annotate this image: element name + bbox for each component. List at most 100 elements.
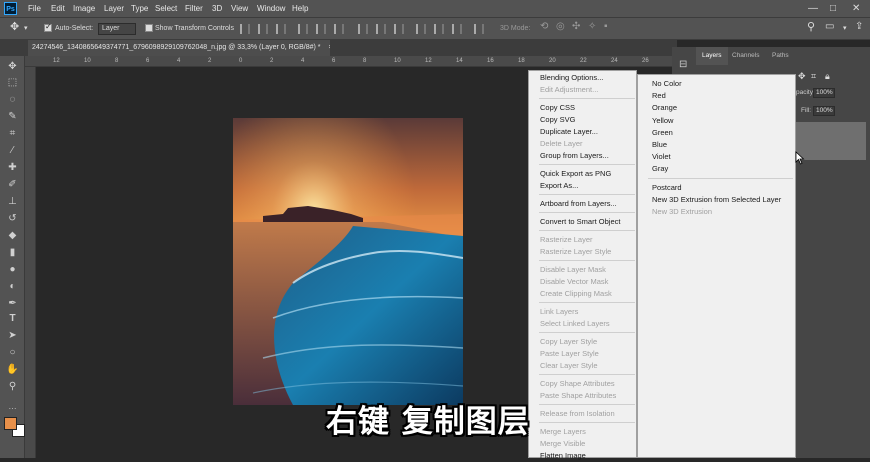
move-tool-icon[interactable]: ✥ xyxy=(6,60,19,73)
tools-panel: ✥ ⬚ ◌ ✎ ⌗ ⁄ ✚ ✐ ⊥ ↺ ◆ ▮ ● ◐ ✒ T ➤ ○ ✋ ⚲ … xyxy=(0,56,25,458)
lock-artboard-icon[interactable]: ⌗ xyxy=(811,71,816,82)
menu-item[interactable]: Orange xyxy=(652,102,677,114)
clone-tool-icon[interactable]: ⊥ xyxy=(6,195,19,208)
workspace-icon[interactable]: ▭ xyxy=(825,21,834,33)
distribute-right-icon[interactable] xyxy=(452,24,462,34)
lock-pixels-icon[interactable]: ✥ xyxy=(798,71,806,82)
menu-help[interactable]: Help xyxy=(292,0,308,17)
align-middle-icon[interactable] xyxy=(316,24,326,34)
hand-tool-icon[interactable]: ✋ xyxy=(6,363,19,376)
lock-all-icon[interactable]: 🔒︎ xyxy=(825,71,830,82)
3d-scale-icon[interactable]: ▪ xyxy=(604,21,608,33)
auto-select-checkbox[interactable] xyxy=(44,22,52,32)
close-tab-icon[interactable]: × xyxy=(328,44,330,51)
auto-align-icon[interactable] xyxy=(474,24,484,34)
healing-tool-icon[interactable]: ✚ xyxy=(6,161,19,174)
zoom-tool-icon[interactable]: ⚲ xyxy=(6,380,19,393)
3d-slide-icon[interactable]: ✧ xyxy=(588,21,596,33)
marquee-tool-icon[interactable]: ⬚ xyxy=(6,76,19,89)
show-transform-checkbox[interactable] xyxy=(145,24,153,32)
opacity-label: pacity: xyxy=(796,89,815,96)
menu-view[interactable]: View xyxy=(231,0,248,17)
dodge-tool-icon[interactable]: ◐ xyxy=(6,280,19,293)
menu-item[interactable]: Copy SVG xyxy=(540,114,575,126)
path-select-tool-icon[interactable]: ➤ xyxy=(6,329,19,342)
type-tool-icon[interactable]: T xyxy=(6,312,19,325)
menu-item[interactable]: Convert to Smart Object xyxy=(540,216,620,228)
menu-item[interactable]: Copy CSS xyxy=(540,102,575,114)
menu-image[interactable]: Image xyxy=(73,0,95,17)
maximize-button[interactable]: □ xyxy=(830,0,836,17)
align-top-icon[interactable] xyxy=(298,24,308,34)
eyedropper-tool-icon[interactable]: ⁄ xyxy=(6,144,19,157)
gradient-tool-icon[interactable]: ▮ xyxy=(6,246,19,259)
menu-item[interactable]: Yellow xyxy=(652,115,673,127)
menu-item[interactable]: Export As... xyxy=(540,180,578,192)
menu-filter[interactable]: Filter xyxy=(185,0,203,17)
align-left-icon[interactable] xyxy=(240,24,250,34)
document-tab[interactable]: 24274546_1340865649374771_67960989291097… xyxy=(28,40,330,56)
move-tool-icon[interactable]: ✥ xyxy=(10,21,19,33)
menu-item[interactable]: Green xyxy=(652,127,673,139)
eraser-tool-icon[interactable]: ◆ xyxy=(6,229,19,242)
align-bottom-icon[interactable] xyxy=(334,24,344,34)
lasso-tool-icon[interactable]: ◌ xyxy=(6,93,19,106)
menu-3d[interactable]: 3D xyxy=(212,0,222,17)
blur-tool-icon[interactable]: ● xyxy=(6,263,19,276)
menu-item[interactable]: Duplicate Layer... xyxy=(540,126,598,138)
menu-select[interactable]: Select xyxy=(155,0,177,17)
align-right-icon[interactable] xyxy=(276,24,286,34)
distribute-middle-icon[interactable] xyxy=(376,24,386,34)
distribute-bottom-icon[interactable] xyxy=(394,24,404,34)
align-center-icon[interactable] xyxy=(258,24,268,34)
menu-item[interactable]: Blending Options... xyxy=(540,72,603,84)
distribute-left-icon[interactable] xyxy=(416,24,426,34)
minimize-button[interactable]: — xyxy=(808,0,818,17)
menu-bar: Ps File Edit Image Layer Type Select Fil… xyxy=(0,0,870,17)
crop-tool-icon[interactable]: ⌗ xyxy=(6,127,19,140)
chevron-down-icon[interactable]: ▾ xyxy=(24,23,28,35)
search-icon[interactable]: ⚲ xyxy=(807,21,815,33)
menu-item[interactable]: Red xyxy=(652,90,666,102)
properties-panel-icon[interactable]: ⊟ xyxy=(679,59,687,70)
share-icon[interactable]: ⇪ xyxy=(855,21,863,33)
3d-pan-icon[interactable]: ✣ xyxy=(572,21,580,33)
menu-layer[interactable]: Layer xyxy=(104,0,124,17)
quick-select-tool-icon[interactable]: ✎ xyxy=(6,110,19,123)
tab-channels[interactable]: Channels xyxy=(732,47,759,65)
foreground-color-swatch[interactable] xyxy=(4,417,17,430)
menu-item[interactable]: Blue xyxy=(652,139,667,151)
menu-separator xyxy=(539,230,635,231)
menu-item[interactable]: Group from Layers... xyxy=(540,150,609,162)
document-image[interactable] xyxy=(233,118,463,405)
menu-window[interactable]: Window xyxy=(257,0,285,17)
menu-file[interactable]: File xyxy=(28,0,41,17)
brush-tool-icon[interactable]: ✐ xyxy=(6,178,19,191)
menu-item[interactable]: Postcard xyxy=(652,182,682,194)
history-brush-tool-icon[interactable]: ↺ xyxy=(6,212,19,225)
tab-layers[interactable]: Layers xyxy=(696,47,728,65)
3d-roll-icon[interactable]: ◎ xyxy=(556,21,565,33)
menu-item[interactable]: Gray xyxy=(652,163,668,175)
menu-item[interactable]: No Color xyxy=(652,78,682,90)
distribute-top-icon[interactable] xyxy=(358,24,368,34)
menu-item[interactable]: Quick Export as PNG xyxy=(540,168,611,180)
more-tools-icon[interactable]: ··· xyxy=(6,402,19,415)
menu-item[interactable]: Violet xyxy=(652,151,671,163)
menu-type[interactable]: Type xyxy=(131,0,148,17)
3d-orbit-icon[interactable]: ⟲ xyxy=(540,21,548,33)
auto-select-dropdown[interactable]: Layer xyxy=(98,23,136,35)
shape-tool-icon[interactable]: ○ xyxy=(6,346,19,359)
close-window-button[interactable]: ✕ xyxy=(852,0,860,17)
fill-input[interactable]: 100% xyxy=(813,106,835,116)
menu-item[interactable]: Artboard from Layers... xyxy=(540,198,617,210)
layer-row-selected[interactable] xyxy=(796,122,866,160)
tab-paths[interactable]: Paths xyxy=(772,47,789,65)
menu-item[interactable]: New 3D Extrusion from Selected Layer xyxy=(652,194,781,206)
menu-item[interactable]: Flatten Image xyxy=(540,450,586,462)
menu-edit[interactable]: Edit xyxy=(51,0,65,17)
pen-tool-icon[interactable]: ✒ xyxy=(6,297,19,310)
opacity-input[interactable]: 100% xyxy=(813,88,835,98)
distribute-center-icon[interactable] xyxy=(434,24,444,34)
chevron-down-icon[interactable]: ▾ xyxy=(843,23,847,35)
